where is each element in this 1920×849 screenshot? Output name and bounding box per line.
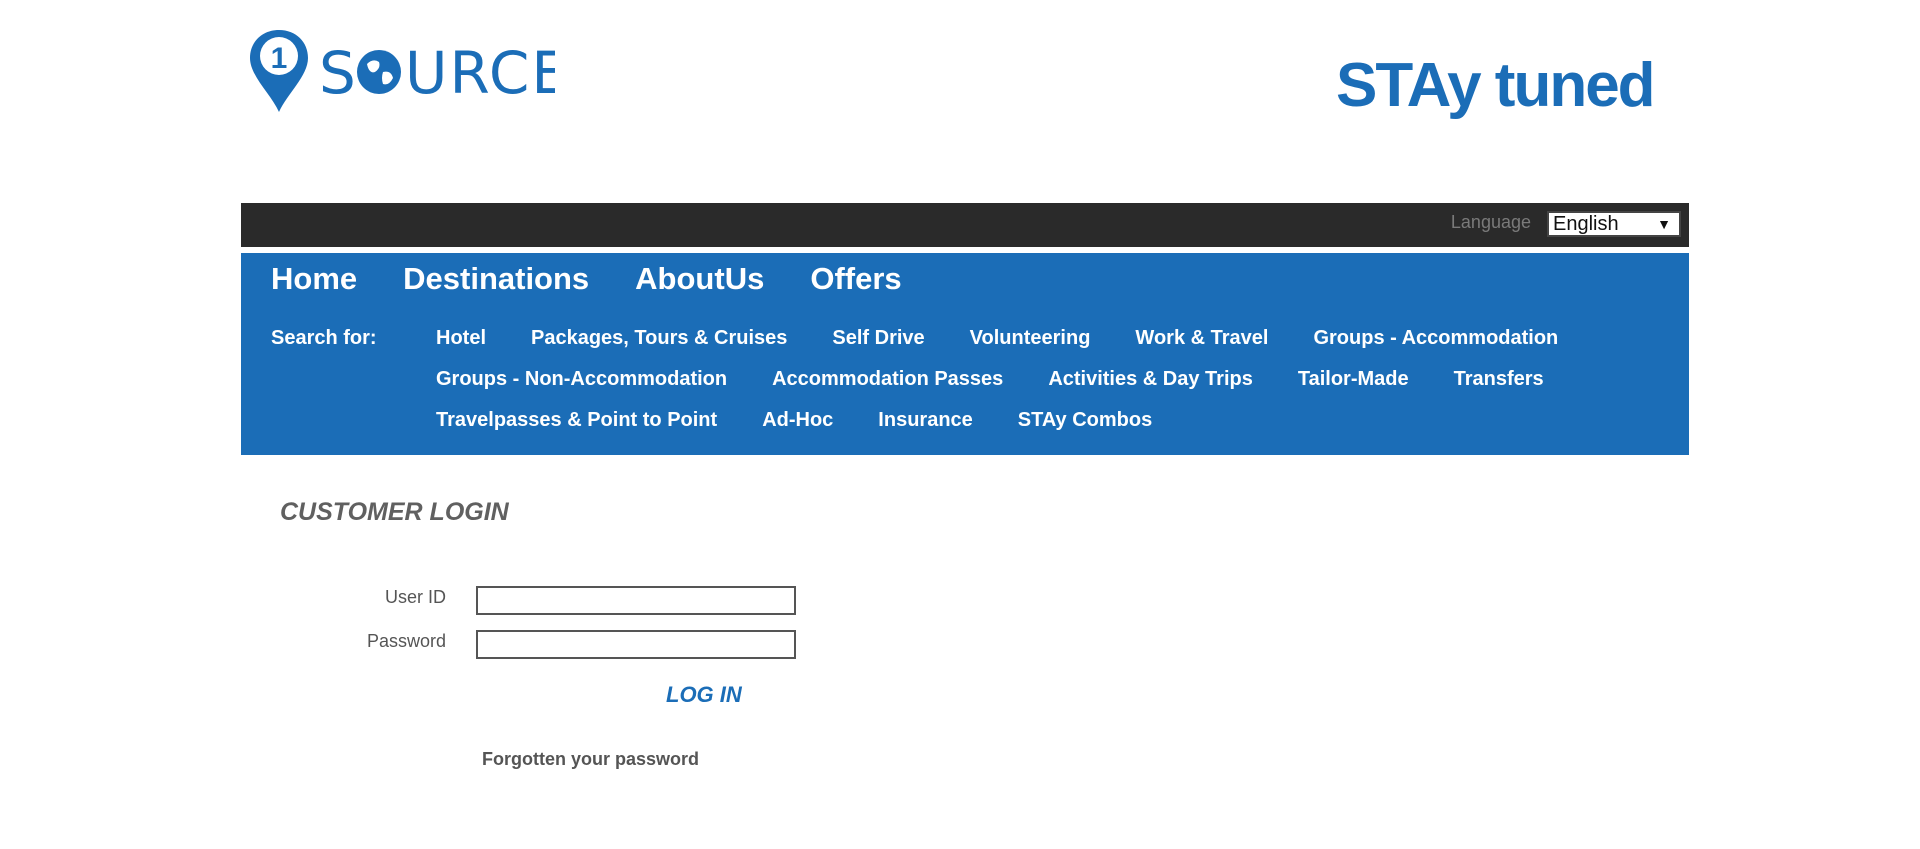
source-logo-rest: URCE <box>405 39 555 107</box>
search-link-accommodation-passes[interactable]: Accommodation Passes <box>772 368 1003 409</box>
search-row: Travelpasses & Point to Point Ad-Hoc Ins… <box>436 409 1603 450</box>
dropdown-arrow-icon: ▼ <box>1657 216 1671 232</box>
search-link-work-travel[interactable]: Work & Travel <box>1135 327 1268 368</box>
forgot-password-link[interactable]: Forgotten your password <box>482 749 699 770</box>
search-for-label: Search for: <box>271 327 377 349</box>
nav-offers[interactable]: Offers <box>810 261 901 297</box>
top-bar: Language English ▼ <box>241 203 1689 247</box>
source-logo-s: S <box>319 39 358 107</box>
password-label: Password <box>366 631 446 651</box>
search-row: Hotel Packages, Tours & Cruises Self Dri… <box>436 327 1603 368</box>
nav-destinations[interactable]: Destinations <box>403 261 589 297</box>
search-link-groups-accommodation[interactable]: Groups - Accommodation <box>1313 327 1558 368</box>
map-pin-icon: 1 <box>250 30 308 112</box>
search-link-travelpasses[interactable]: Travelpasses & Point to Point <box>436 409 717 450</box>
main-navigation: Home Destinations AboutUs Offers Search … <box>241 253 1689 455</box>
login-title: CUSTOMER LOGIN <box>280 498 509 526</box>
search-row: Groups - Non-Accommodation Accommodation… <box>436 368 1603 409</box>
language-label: Language <box>1450 212 1531 232</box>
search-link-hotel[interactable]: Hotel <box>436 327 486 368</box>
search-link-ad-hoc[interactable]: Ad-Hoc <box>762 409 833 450</box>
search-link-insurance[interactable]: Insurance <box>878 409 972 450</box>
search-link-volunteering[interactable]: Volunteering <box>970 327 1091 368</box>
globe-icon <box>357 50 401 94</box>
nav-aboutus[interactable]: AboutUs <box>635 261 764 297</box>
language-select[interactable]: English ▼ <box>1547 211 1681 237</box>
log-in-button[interactable]: LOG IN <box>666 682 742 708</box>
user-id-label: User ID <box>384 587 446 607</box>
search-categories: Hotel Packages, Tours & Cruises Self Dri… <box>436 327 1603 450</box>
language-value: English <box>1553 213 1619 235</box>
svg-text:1: 1 <box>271 42 288 75</box>
onesource-logo[interactable]: 1 S URCE <box>249 28 555 114</box>
search-link-transfers[interactable]: Transfers <box>1454 368 1544 409</box>
page: 1 S URCE STAy tuned Language English ▼ H… <box>0 0 1920 849</box>
stay-tuned-logo[interactable]: STAy tuned <box>1336 48 1686 128</box>
stay-tuned-logo-text: STAy tuned <box>1336 51 1654 120</box>
password-input[interactable] <box>476 630 796 659</box>
search-link-groups-non-accommodation[interactable]: Groups - Non-Accommodation <box>436 368 727 409</box>
search-link-activities[interactable]: Activities & Day Trips <box>1048 368 1253 409</box>
search-link-tailor-made[interactable]: Tailor-Made <box>1298 368 1409 409</box>
primary-nav: Home Destinations AboutUs Offers <box>271 261 948 297</box>
user-id-input[interactable] <box>476 586 796 615</box>
search-link-stay-combos[interactable]: STAy Combos <box>1018 409 1152 450</box>
nav-home[interactable]: Home <box>271 261 357 297</box>
search-link-self-drive[interactable]: Self Drive <box>832 327 924 368</box>
search-link-packages[interactable]: Packages, Tours & Cruises <box>531 327 787 368</box>
